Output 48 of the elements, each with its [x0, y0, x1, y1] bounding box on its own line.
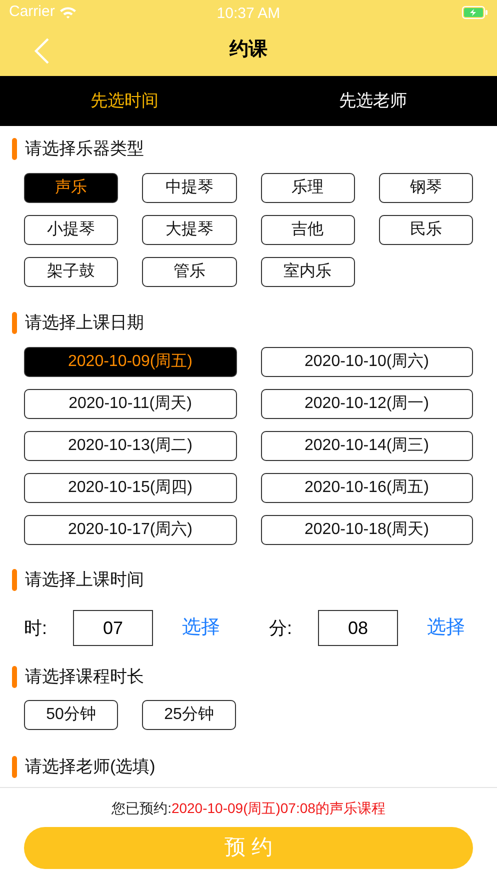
- section-title: 请选择乐器类型: [25, 138, 144, 160]
- section-marker: [12, 138, 17, 160]
- option-button[interactable]: 中提琴: [142, 173, 236, 203]
- option-button[interactable]: 2020-10-13(周二): [24, 431, 236, 461]
- option-button[interactable]: 2020-10-17(周六): [24, 515, 236, 545]
- section-marker: [12, 569, 17, 591]
- choose-link[interactable]: 选择: [182, 614, 220, 642]
- section-marker: [12, 756, 17, 778]
- option-button[interactable]: 钢琴: [378, 173, 473, 203]
- wifi-icon: [58, 6, 77, 19]
- time-label: 分:: [269, 616, 294, 640]
- option-button[interactable]: 乐理: [260, 173, 355, 203]
- option-button[interactable]: 2020-10-11(周天): [24, 389, 236, 419]
- option-button[interactable]: 2020-10-14(周三): [260, 431, 473, 461]
- back-chevron-icon: [34, 38, 50, 64]
- option-button[interactable]: 声乐: [24, 173, 118, 203]
- section-title: 请选择课程时长: [25, 666, 144, 688]
- booking-summary: 您已预约:2020-10-09(周五)07:08的声乐课程: [112, 799, 386, 818]
- option-button[interactable]: 管乐: [142, 257, 236, 287]
- section-title: 请选择老师(选填): [25, 756, 156, 778]
- option-button[interactable]: 2020-10-18(周天): [260, 515, 473, 545]
- time-field[interactable]: 08: [318, 610, 398, 646]
- choose-link[interactable]: 选择: [427, 614, 465, 642]
- section-title: 请选择上课日期: [25, 312, 144, 334]
- section-title: 请选择上课时间: [25, 569, 144, 592]
- section-marker: [12, 312, 17, 334]
- option-button[interactable]: 2020-10-10(周六): [260, 347, 473, 377]
- tab[interactable]: 先选老师: [248, 76, 497, 126]
- option-button[interactable]: 50分钟: [24, 700, 118, 730]
- option-button[interactable]: 2020-10-09(周五): [24, 347, 236, 377]
- option-button[interactable]: 小提琴: [24, 215, 118, 245]
- page-title: 约课: [230, 38, 268, 62]
- battery-icon: [462, 6, 488, 19]
- section-marker: [12, 666, 17, 688]
- option-button[interactable]: 2020-10-15(周四): [24, 473, 236, 503]
- time-field[interactable]: 07: [73, 610, 153, 646]
- option-button[interactable]: 25分钟: [142, 700, 236, 730]
- option-button[interactable]: 2020-10-16(周五): [260, 473, 473, 503]
- clock-text: 10:37 AM: [216, 4, 280, 24]
- tab[interactable]: 先选时间: [0, 76, 248, 126]
- carrier-text: Carrier: [9, 2, 55, 22]
- option-button[interactable]: 大提琴: [142, 215, 236, 245]
- option-button[interactable]: 民乐: [378, 215, 473, 245]
- time-label: 时:: [24, 616, 48, 640]
- option-button[interactable]: 室内乐: [260, 257, 355, 287]
- option-button[interactable]: 吉他: [260, 215, 355, 245]
- option-button[interactable]: 架子鼓: [24, 257, 118, 287]
- option-button[interactable]: 2020-10-12(周一): [260, 389, 473, 419]
